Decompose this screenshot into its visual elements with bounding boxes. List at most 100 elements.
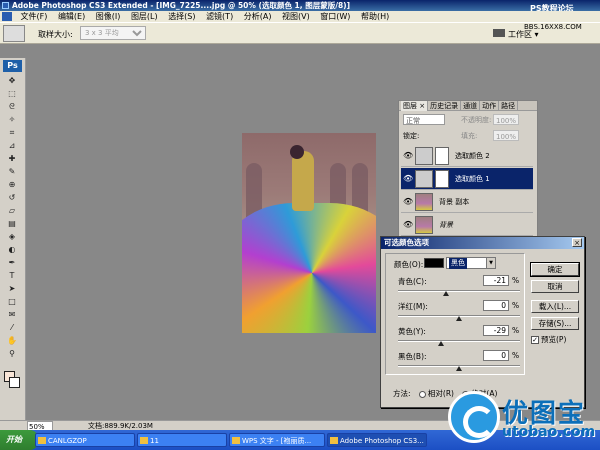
watermark-url: utobao.com <box>502 424 596 440</box>
color-select[interactable]: 黑色 ▼ <box>446 257 496 269</box>
color-adjust-group: 颜色(O): 黑色 ▼ 青色(C): -21 % 洋红(M): 0 % 黄色(Y)… <box>385 253 525 375</box>
title-bar: Adobe Photoshop CS3 Extended - [IMG_7225… <box>0 0 600 11</box>
yellow-label: 黄色(Y): <box>398 327 426 336</box>
watermark-logo <box>448 391 500 443</box>
mask-thumbnail[interactable] <box>435 170 449 188</box>
menu-layer[interactable]: 图层(L) <box>127 11 162 22</box>
tab-layers[interactable]: 图层 × <box>401 101 429 111</box>
menu-bar: 文件(F) 编辑(E) 图像(I) 图层(L) 选择(S) 滤镜(T) 分析(A… <box>0 11 600 22</box>
load-button[interactable]: 载入(L)... <box>531 300 579 313</box>
eye-icon[interactable]: 👁 <box>403 198 413 206</box>
sample-size-select[interactable]: 3 x 3 平均 <box>80 26 146 40</box>
menu-edit[interactable]: 编辑(E) <box>54 11 89 22</box>
eraser-icon[interactable]: ▱ <box>5 206 19 216</box>
black-unit: % <box>512 351 520 360</box>
type-icon[interactable]: T <box>5 271 19 281</box>
eyedropper-icon[interactable]: ⁄ <box>5 323 19 333</box>
wps-icon <box>232 437 240 444</box>
blur-icon[interactable]: ◈ <box>5 232 19 242</box>
menu-view[interactable]: 视图(V) <box>278 11 314 22</box>
eye-icon[interactable]: 👁 <box>403 221 413 229</box>
eye-icon[interactable]: 👁 <box>403 152 413 160</box>
gradient-icon[interactable]: ▤ <box>5 219 19 229</box>
magenta-slider-thumb[interactable] <box>456 316 462 321</box>
fill-field[interactable]: 100% <box>493 130 519 141</box>
brush-icon[interactable]: ✎ <box>5 167 19 177</box>
lasso-icon[interactable]: ᘓ <box>5 102 19 112</box>
menu-window[interactable]: 窗口(W) <box>316 11 354 22</box>
close-icon[interactable]: × <box>572 238 582 247</box>
selective-color-dialog: 可选颜色选项 × 颜色(O): 黑色 ▼ 青色(C): -21 % 洋红(M): … <box>380 236 585 408</box>
magenta-input[interactable]: 0 <box>483 300 509 311</box>
background-color-swatch[interactable] <box>9 377 20 388</box>
ok-button[interactable]: 确定 <box>530 262 580 277</box>
cyan-slider-thumb[interactable] <box>443 291 450 296</box>
chevron-down-icon: ▼ <box>486 258 495 268</box>
eye-icon[interactable]: 👁 <box>403 175 413 183</box>
shape-icon[interactable]: □ <box>5 297 19 307</box>
start-button[interactable]: 开始 <box>0 430 38 450</box>
crop-icon[interactable]: ⌗ <box>5 128 19 138</box>
tab-channels[interactable]: 通道 <box>461 101 481 111</box>
taskbar-item[interactable]: CANLGZOP <box>35 433 135 447</box>
taskbar-item-active[interactable]: Adobe Photoshop CS3... <box>327 433 427 447</box>
mask-thumbnail[interactable] <box>435 147 449 165</box>
menu-filter[interactable]: 滤镜(T) <box>202 11 237 22</box>
yellow-input[interactable]: -29 <box>483 325 509 336</box>
toolbox: Ps ✥ ⬚ ᘓ ✧ ⌗ ⊿ ✚ ✎ ⊕ ↺ ▱ ▤ ◈ ◐ ✒ T ➤ □ ✉ ⁄ ✋ ⚲ <box>0 58 26 428</box>
pen-icon[interactable]: ✒ <box>5 258 19 268</box>
move-icon[interactable]: ✥ <box>5 76 19 86</box>
taskbar-item[interactable]: WPS 文字 - [袍丽质... <box>229 433 325 447</box>
zoom-icon[interactable]: ⚲ <box>5 349 19 359</box>
history-brush-icon[interactable]: ↺ <box>5 193 19 203</box>
yellow-slider-track[interactable] <box>398 340 520 342</box>
layer-row[interactable]: 👁 选取颜色 2 <box>401 145 533 167</box>
relative-radio[interactable] <box>418 390 426 398</box>
tab-history[interactable]: 历史记录 <box>428 101 462 111</box>
save-button[interactable]: 存储(S)... <box>531 317 579 330</box>
cyan-slider-track[interactable] <box>398 290 520 292</box>
yellow-slider-thumb[interactable] <box>438 341 445 346</box>
dodge-icon[interactable]: ◐ <box>5 245 19 255</box>
taskbar-item-label: Adobe Photoshop CS3... <box>340 437 424 445</box>
black-input[interactable]: 0 <box>483 350 509 361</box>
opacity-label: 不透明度: <box>461 116 492 124</box>
tab-paths[interactable]: 路径 <box>499 101 519 111</box>
checkbox-icon[interactable]: ✓ <box>531 336 539 344</box>
menu-select[interactable]: 选择(S) <box>164 11 199 22</box>
cancel-button[interactable]: 取消 <box>531 280 579 293</box>
document-canvas[interactable] <box>242 133 376 333</box>
layer-row[interactable]: 👁 背景 <box>401 214 533 236</box>
notes-icon[interactable]: ✉ <box>5 310 19 320</box>
menu-image[interactable]: 图像(I) <box>92 11 125 22</box>
menu-analysis[interactable]: 分析(A) <box>240 11 276 22</box>
cyan-unit: % <box>512 276 520 285</box>
menu-help[interactable]: 帮助(H) <box>357 11 393 22</box>
layer-row-selected[interactable]: 👁 选取颜色 1 <box>401 168 533 190</box>
hand-icon[interactable]: ✋ <box>5 336 19 346</box>
layer-name: 选取颜色 2 <box>455 152 490 160</box>
eyedropper-preset-button[interactable] <box>3 25 25 42</box>
document-icon[interactable] <box>2 12 12 21</box>
magic-wand-icon[interactable]: ✧ <box>5 115 19 125</box>
workspace-icon[interactable] <box>493 29 505 37</box>
method-label: 方法: <box>393 389 411 398</box>
layer-name: 选取颜色 1 <box>455 175 490 183</box>
preview-checkbox[interactable]: ✓ 预览(P) <box>531 335 566 344</box>
fill-label: 填充: <box>461 132 478 140</box>
tab-actions[interactable]: 动作 <box>480 101 500 111</box>
blend-mode-select[interactable]: 正常 <box>403 114 445 125</box>
layer-row[interactable]: 👁 背景 副本 <box>401 191 533 213</box>
path-select-icon[interactable]: ➤ <box>5 284 19 294</box>
photoshop-icon <box>330 437 338 444</box>
cyan-input[interactable]: -21 <box>483 275 509 286</box>
taskbar-item[interactable]: 11 <box>137 433 227 447</box>
menu-file[interactable]: 文件(F) <box>17 11 52 22</box>
healing-icon[interactable]: ✚ <box>5 154 19 164</box>
slice-icon[interactable]: ⊿ <box>5 141 19 151</box>
stamp-icon[interactable]: ⊕ <box>5 180 19 190</box>
opacity-field[interactable]: 100% <box>493 114 519 125</box>
black-slider-thumb[interactable] <box>456 366 462 371</box>
model-figure <box>292 151 314 211</box>
marquee-icon[interactable]: ⬚ <box>5 89 19 99</box>
